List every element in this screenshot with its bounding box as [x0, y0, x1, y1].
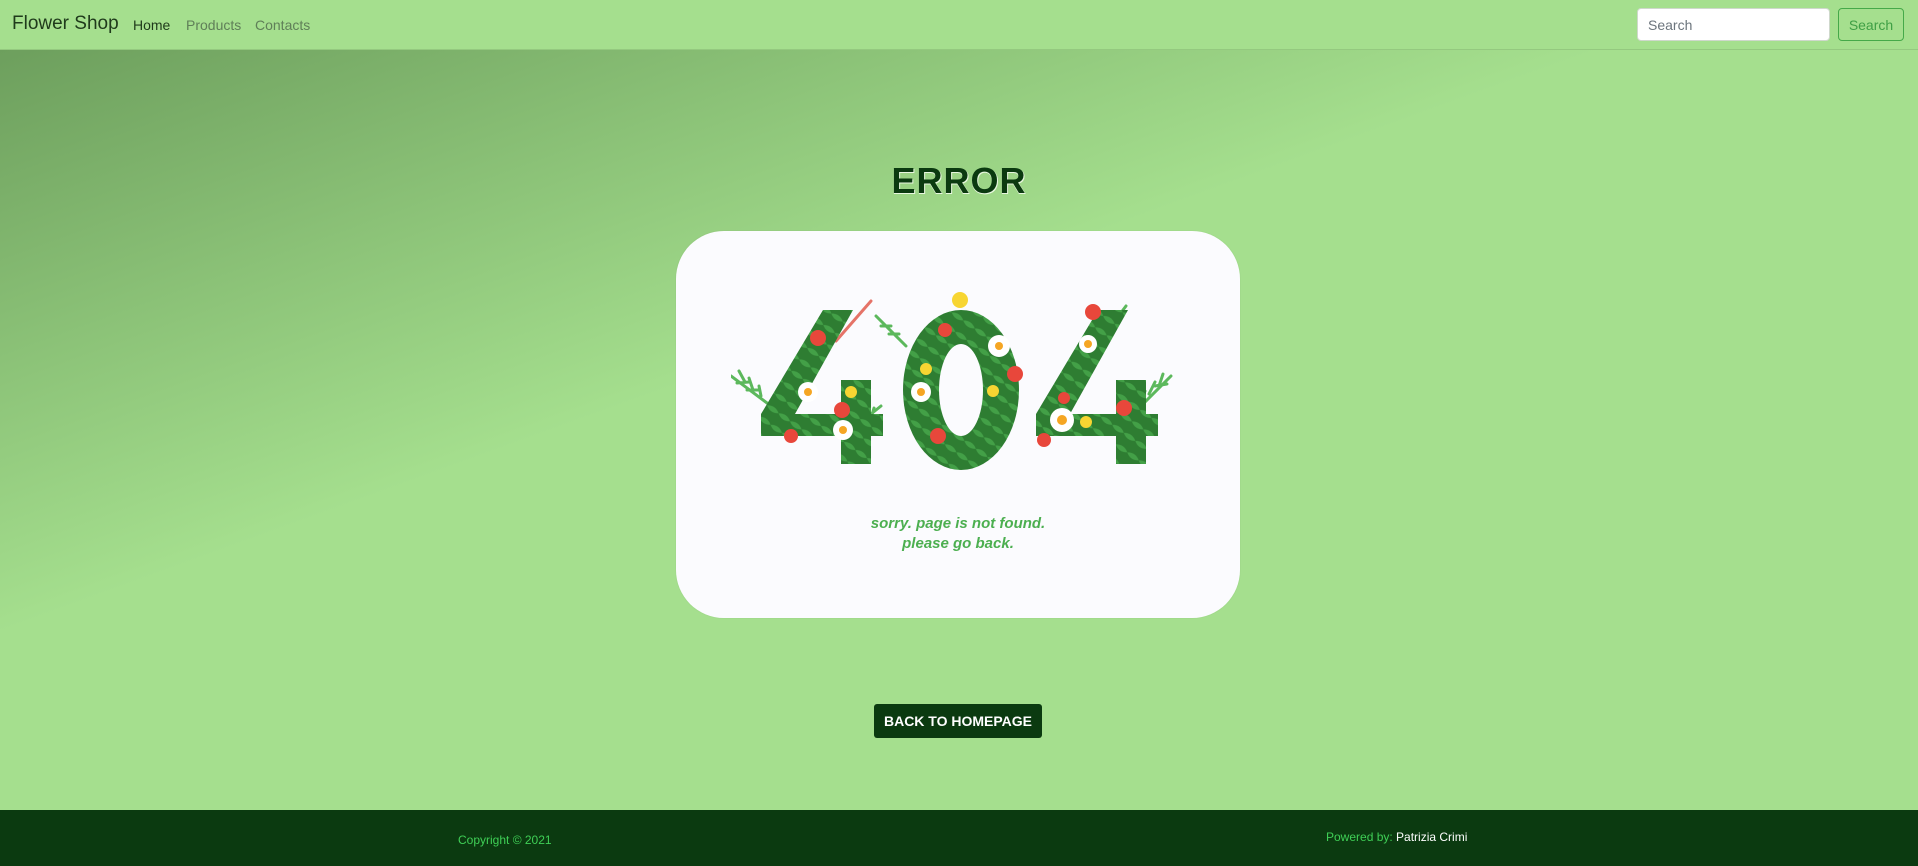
message-line-2: please go back.: [902, 535, 1014, 552]
error-card: sorry. page is not found. please go back…: [676, 231, 1240, 618]
back-to-homepage-button[interactable]: BACK TO HOMEPAGE: [874, 704, 1042, 738]
navbar: Flower Shop Home Products Contacts Searc…: [0, 0, 1918, 50]
powered-by: Powered by: Patrizia Crimi: [1326, 830, 1467, 844]
search-input[interactable]: [1637, 8, 1830, 41]
nav-link-home[interactable]: Home: [133, 17, 170, 33]
404-illustration: [731, 292, 1173, 470]
digit-four-right: [1036, 310, 1158, 464]
main-content: ERROR sorry. page is not found. please g…: [0, 50, 1918, 810]
nav-link-contacts[interactable]: Contacts: [255, 17, 310, 33]
footer: Copyright © 2021 Powered by: Patrizia Cr…: [0, 810, 1918, 866]
message-line-1: sorry. page is not found.: [870, 515, 1046, 532]
search-button[interactable]: Search: [1838, 8, 1904, 41]
not-found-message: sorry. page is not found. please go back…: [676, 514, 1240, 554]
powered-by-label: Powered by:: [1326, 830, 1393, 844]
author-link[interactable]: Patrizia Crimi: [1396, 830, 1467, 844]
error-title: ERROR: [891, 160, 1027, 201]
brand-logo-text[interactable]: Flower Shop: [12, 13, 119, 35]
copyright-text: Copyright © 2021: [458, 833, 552, 847]
nav-link-products[interactable]: Products: [186, 17, 241, 33]
